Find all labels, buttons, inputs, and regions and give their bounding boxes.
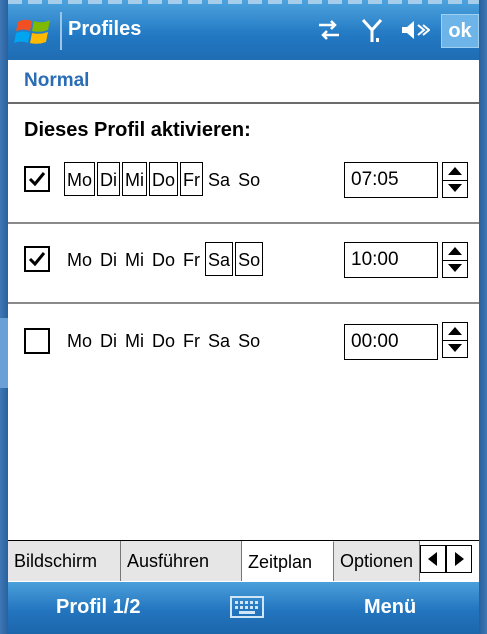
windows-start-icon[interactable] xyxy=(14,14,54,50)
time-spinner[interactable] xyxy=(442,322,468,358)
tab-zeitplan[interactable]: Zeitplan xyxy=(242,541,334,581)
day-toggle-di[interactable]: Di xyxy=(97,323,120,357)
day-toggle-so[interactable]: So xyxy=(235,242,264,276)
softkey-right-menu[interactable]: Menü xyxy=(364,596,416,619)
day-toggle-di[interactable]: Di xyxy=(97,162,121,196)
device-frame-right xyxy=(479,0,487,634)
tab-scroll-arrows xyxy=(420,545,472,573)
spinner-down-icon[interactable] xyxy=(443,180,467,197)
divider xyxy=(8,222,479,224)
day-toggle-so[interactable]: So xyxy=(235,323,263,357)
checkmark-icon xyxy=(28,172,46,187)
speaker-icon[interactable] xyxy=(400,16,430,44)
tab-bildschirm[interactable]: Bildschirm xyxy=(8,541,121,581)
softkey-bar: Profil 1/2 Menü xyxy=(8,582,479,634)
profile-name: Normal xyxy=(24,70,90,91)
tab-scroll-right-icon[interactable] xyxy=(446,545,472,573)
time-spinner[interactable] xyxy=(442,242,468,278)
day-toggle-mo[interactable]: Mo xyxy=(64,323,95,357)
connectivity-icon[interactable] xyxy=(315,16,343,44)
day-toggle-mo[interactable]: Mo xyxy=(64,162,96,196)
checkmark-icon xyxy=(28,252,46,267)
title-bar: Profiles ok xyxy=(8,0,479,60)
ok-button[interactable]: ok xyxy=(441,14,479,48)
app-title: Profiles xyxy=(68,18,142,40)
day-toggle-mi[interactable]: Mi xyxy=(122,323,147,357)
divider xyxy=(8,102,479,104)
time-spinner[interactable] xyxy=(442,162,468,198)
divider xyxy=(8,302,479,304)
tab-strip: Bildschirm Ausführen Zeitplan Optionen xyxy=(8,540,479,583)
schedule-row: Mo Di Mi Do Fr Sa So 00:00 xyxy=(8,306,479,386)
day-toggle-sa[interactable]: Sa xyxy=(205,242,234,276)
day-toggle-do[interactable]: Do xyxy=(149,323,178,357)
softkey-left[interactable]: Profil 1/2 xyxy=(56,596,140,619)
schedule-checkbox[interactable] xyxy=(24,328,50,354)
day-toggle-fr[interactable]: Fr xyxy=(180,242,203,276)
spinner-up-icon[interactable] xyxy=(443,163,467,181)
time-input[interactable]: 07:05 xyxy=(344,162,438,198)
schedule-row: Mo Di Mi Do Fr Sa So 07:05 xyxy=(8,150,479,230)
schedule-checkbox[interactable] xyxy=(24,246,50,272)
day-toggle-sa[interactable]: Sa xyxy=(205,162,233,196)
spinner-down-icon[interactable] xyxy=(443,340,467,357)
signal-icon[interactable] xyxy=(360,16,384,44)
time-input[interactable]: 00:00 xyxy=(344,324,438,360)
day-toggle-mi[interactable]: Mi xyxy=(122,242,147,276)
tab-scroll-left-icon[interactable] xyxy=(420,545,446,573)
day-toggle-so[interactable]: So xyxy=(235,162,263,196)
device-frame-left xyxy=(0,0,8,634)
day-toggle-sa[interactable]: Sa xyxy=(205,323,233,357)
screen: Profiles ok Normal Dieses Profil aktivie… xyxy=(8,0,479,634)
day-toggle-di[interactable]: Di xyxy=(97,242,120,276)
schedule-checkbox[interactable] xyxy=(24,166,50,192)
schedule-heading: Dieses Profil aktivieren: xyxy=(24,119,251,141)
day-toggle-do[interactable]: Do xyxy=(149,242,178,276)
spinner-up-icon[interactable] xyxy=(443,243,467,261)
day-toggle-mi[interactable]: Mi xyxy=(122,162,148,196)
day-toggle-do[interactable]: Do xyxy=(149,162,179,196)
time-input[interactable]: 10:00 xyxy=(344,242,438,278)
tab-optionen[interactable]: Optionen xyxy=(334,541,420,581)
spinner-up-icon[interactable] xyxy=(443,323,467,341)
spinner-down-icon[interactable] xyxy=(443,260,467,277)
schedule-row: Mo Di Mi Do Fr Sa So 10:00 xyxy=(8,226,479,306)
day-toggle-mo[interactable]: Mo xyxy=(64,242,95,276)
keyboard-icon[interactable] xyxy=(230,596,264,618)
day-toggle-fr[interactable]: Fr xyxy=(180,323,203,357)
day-toggle-fr[interactable]: Fr xyxy=(180,162,204,196)
tab-ausfuehren[interactable]: Ausführen xyxy=(121,541,242,581)
